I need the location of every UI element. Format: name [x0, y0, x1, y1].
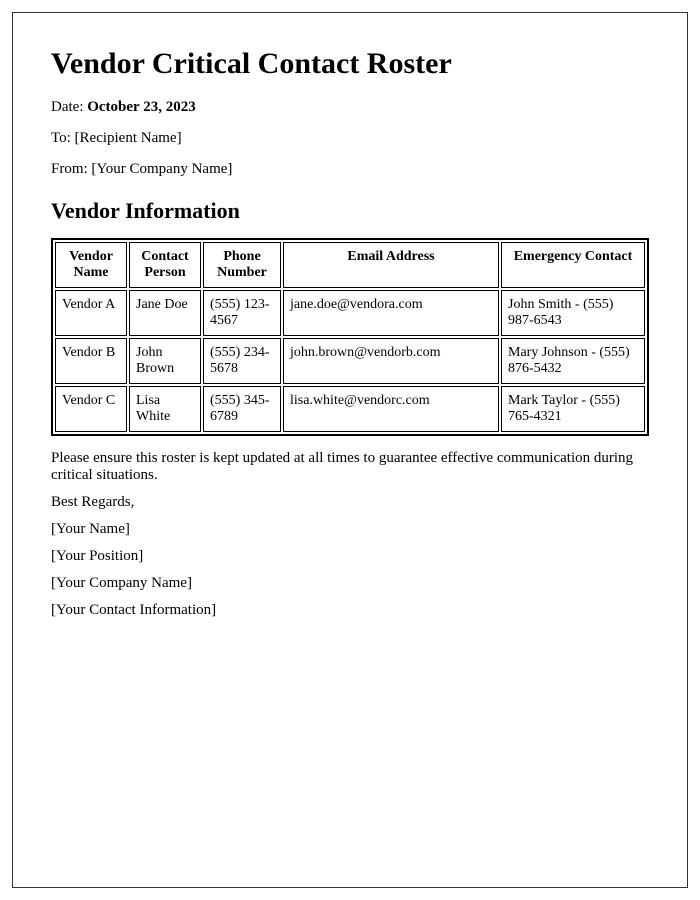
cell-phone: (555) 234-5678: [203, 338, 281, 384]
col-header-emergency: Emergency Contact: [501, 242, 645, 288]
to-line: To: [Recipient Name]: [51, 130, 649, 147]
table-header-row: Vendor Name Contact Person Phone Number …: [55, 242, 645, 288]
col-header-contact: Contact Person: [129, 242, 201, 288]
cell-vendor: Vendor B: [55, 338, 127, 384]
cell-phone: (555) 345-6789: [203, 386, 281, 432]
date-label: Date:: [51, 99, 87, 115]
signoff-position: [Your Position]: [51, 548, 649, 565]
cell-email: jane.doe@vendora.com: [283, 290, 499, 336]
cell-phone: (555) 123-4567: [203, 290, 281, 336]
signoff-regards: Best Regards,: [51, 494, 649, 511]
section-heading: Vendor Information: [51, 198, 649, 224]
cell-email: john.brown@vendorb.com: [283, 338, 499, 384]
date-value: October 23, 2023: [87, 99, 195, 115]
cell-email: lisa.white@vendorc.com: [283, 386, 499, 432]
document-page: Vendor Critical Contact Roster Date: Oct…: [12, 12, 688, 888]
cell-emergency: Mary Johnson - (555) 876-5432: [501, 338, 645, 384]
signoff-name: [Your Name]: [51, 521, 649, 538]
cell-emergency: Mark Taylor - (555) 765-4321: [501, 386, 645, 432]
table-row: Vendor B John Brown (555) 234-5678 john.…: [55, 338, 645, 384]
cell-contact: John Brown: [129, 338, 201, 384]
cell-contact: Jane Doe: [129, 290, 201, 336]
col-header-email: Email Address: [283, 242, 499, 288]
notice-paragraph: Please ensure this roster is kept update…: [51, 450, 649, 484]
cell-emergency: John Smith - (555) 987-6543: [501, 290, 645, 336]
cell-contact: Lisa White: [129, 386, 201, 432]
table-row: Vendor A Jane Doe (555) 123-4567 jane.do…: [55, 290, 645, 336]
cell-vendor: Vendor A: [55, 290, 127, 336]
col-header-phone: Phone Number: [203, 242, 281, 288]
signoff-company: [Your Company Name]: [51, 575, 649, 592]
date-line: Date: October 23, 2023: [51, 99, 649, 116]
page-title: Vendor Critical Contact Roster: [51, 47, 649, 81]
from-line: From: [Your Company Name]: [51, 161, 649, 178]
cell-vendor: Vendor C: [55, 386, 127, 432]
vendor-table: Vendor Name Contact Person Phone Number …: [51, 238, 649, 436]
table-row: Vendor C Lisa White (555) 345-6789 lisa.…: [55, 386, 645, 432]
col-header-vendor: Vendor Name: [55, 242, 127, 288]
signoff-contact: [Your Contact Information]: [51, 602, 649, 619]
